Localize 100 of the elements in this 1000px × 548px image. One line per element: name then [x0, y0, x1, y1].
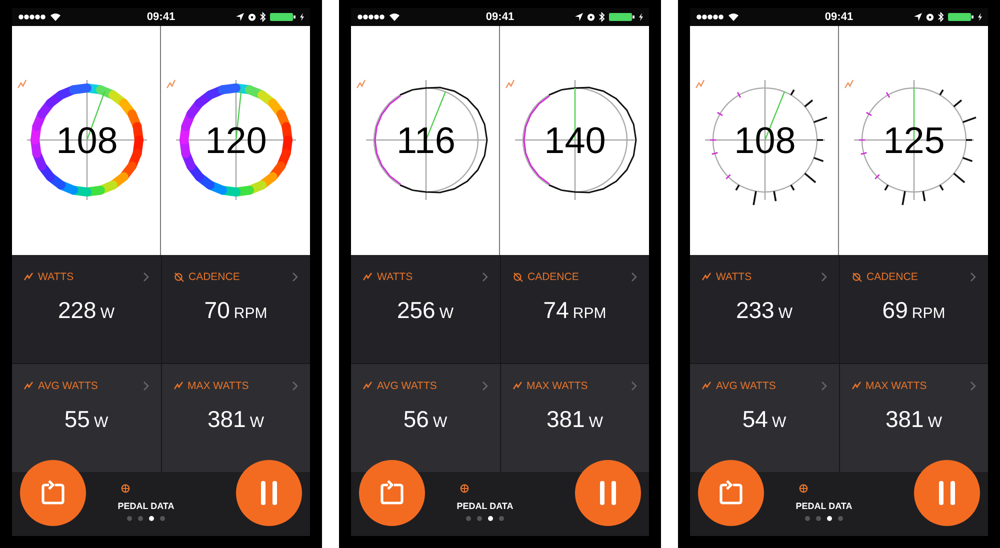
metric-label: CADENCE	[188, 270, 241, 283]
metric-value: 381	[207, 406, 246, 433]
power-icon	[702, 272, 711, 282]
power-icon	[363, 381, 372, 390]
metric-value: 70	[204, 296, 230, 324]
metric-tile[interactable]: AVG WATTS 55 W	[12, 364, 160, 472]
gauge-value: 125	[883, 120, 945, 161]
metric-label: WATTS	[716, 270, 753, 283]
chevron-icon	[820, 380, 826, 391]
chevron-icon	[292, 272, 298, 282]
location-icon	[574, 12, 583, 21]
gauge-value: 140	[544, 120, 606, 161]
metric-label: MAX WATTS	[526, 380, 589, 392]
metric-tile[interactable]: CADENCE 70 RPM	[162, 254, 310, 363]
metric-tile[interactable]: AVG WATTS 54 W	[690, 364, 838, 472]
status-time: 09:41	[486, 10, 514, 23]
power-icon	[695, 80, 705, 88]
page-dot[interactable]	[138, 516, 143, 521]
metric-value: 228	[58, 296, 96, 324]
gauge-value: 120	[205, 120, 267, 161]
metric-label: AVG WATTS	[716, 380, 777, 392]
page-dot[interactable]	[126, 516, 132, 521]
signal-icon	[357, 14, 385, 20]
power-icon	[852, 381, 860, 390]
metric-value: 233	[736, 296, 774, 324]
metric-label: WATTS	[38, 270, 75, 283]
signal-icon	[18, 14, 46, 20]
battery-icon	[270, 12, 296, 21]
metric-tile[interactable]: MAX WATTS 381 W	[162, 364, 310, 472]
target-icon	[460, 484, 470, 493]
metric-tile[interactable]: WATTS 233 W	[690, 254, 838, 363]
page-dot[interactable]	[148, 516, 154, 521]
page-title: PEDAL DATA	[456, 500, 514, 511]
metric-value: 74	[543, 296, 569, 324]
target-icon	[121, 484, 130, 493]
metric-tile[interactable]: CADENCE 69 RPM	[840, 254, 988, 363]
metric-label: CADENCE	[528, 270, 580, 283]
metric-tile[interactable]: CADENCE 74 RPM	[500, 254, 649, 363]
gauge-value: 108	[56, 120, 118, 161]
page-dot[interactable]	[476, 516, 482, 521]
repeat-icon	[718, 480, 744, 506]
metric-unit: RPM	[572, 304, 606, 322]
repeat-icon	[379, 480, 405, 506]
page-dot[interactable]	[816, 516, 821, 521]
metric-label: MAX WATTS	[866, 380, 928, 392]
alarm-icon	[248, 12, 256, 21]
chevron-icon	[970, 272, 976, 282]
page-dot[interactable]	[826, 516, 832, 521]
chevron-icon	[631, 380, 637, 391]
power-icon	[356, 80, 366, 88]
metric-tile[interactable]: MAX WATTS 381 W	[500, 364, 649, 472]
page-dot[interactable]	[804, 516, 810, 521]
metric-value: 381	[546, 406, 585, 433]
signal-icon	[696, 14, 724, 20]
battery-icon	[608, 12, 635, 21]
metric-value: 55	[64, 406, 90, 433]
location-icon	[236, 12, 244, 21]
alarm-icon	[926, 12, 934, 21]
repeat-icon	[40, 480, 66, 506]
power-icon	[702, 381, 711, 390]
cadence-icon	[852, 272, 862, 282]
metric-unit: RPM	[234, 304, 268, 322]
wifi-icon	[50, 12, 61, 21]
metric-unit: W	[588, 414, 604, 431]
chevron-icon	[631, 272, 637, 282]
gauge-value: 108	[734, 120, 796, 161]
chevron-icon	[482, 380, 488, 391]
metric-tile[interactable]: WATTS 228 W	[12, 254, 160, 363]
battery-icon	[948, 12, 974, 21]
page-dot[interactable]	[466, 516, 471, 521]
metric-unit: W	[94, 414, 108, 431]
page-dot[interactable]	[838, 516, 843, 521]
power-icon	[166, 80, 176, 88]
charging-icon	[978, 12, 982, 21]
bluetooth-icon	[598, 12, 605, 22]
metric-label: AVG WATTS	[377, 380, 438, 392]
page-dot[interactable]	[488, 516, 493, 521]
metric-unit: W	[439, 304, 454, 322]
chevron-icon	[292, 380, 298, 391]
metric-tile[interactable]: MAX WATTS 381 W	[840, 364, 988, 472]
page-title: PEDAL DATA	[796, 500, 852, 511]
power-icon	[363, 272, 372, 282]
page-dot[interactable]	[498, 516, 504, 521]
page-dot[interactable]	[160, 516, 165, 521]
metric-tile[interactable]: WATTS 256 W	[351, 254, 500, 363]
metric-label: MAX WATTS	[188, 380, 250, 392]
power-icon	[844, 80, 854, 88]
pause-icon	[598, 480, 618, 505]
chevron-icon	[482, 272, 488, 282]
target-icon	[799, 484, 808, 493]
power-icon	[17, 80, 27, 88]
charging-icon	[300, 12, 304, 21]
wifi-icon	[389, 12, 400, 21]
metric-unit: RPM	[912, 304, 946, 322]
power-icon	[24, 381, 33, 390]
charging-icon	[638, 12, 643, 21]
chevron-icon	[142, 272, 148, 282]
metric-tile[interactable]: AVG WATTS 56 W	[351, 364, 500, 472]
chevron-icon	[142, 380, 148, 391]
metric-unit: W	[100, 304, 115, 322]
